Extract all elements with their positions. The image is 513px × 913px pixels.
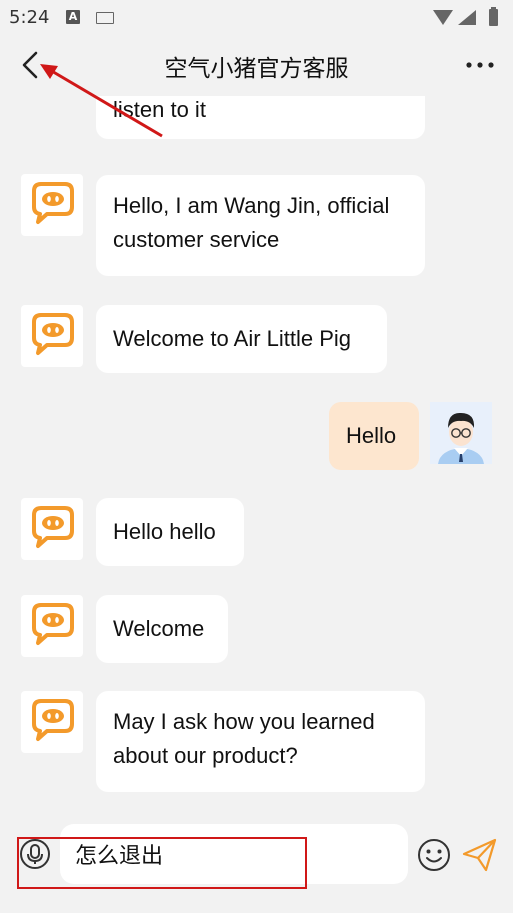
more-icon xyxy=(466,62,494,68)
message-text: Hello hello xyxy=(113,519,216,544)
more-options-button[interactable] xyxy=(463,52,497,78)
message-bubble-bot: listen to it xyxy=(96,96,425,139)
message-bubble-bot: Welcome to Air Little Pig xyxy=(96,305,387,373)
emoji-button[interactable] xyxy=(416,837,452,873)
bot-avatar[interactable] xyxy=(21,595,83,657)
bot-avatar-icon xyxy=(32,313,74,355)
chat-message-list[interactable]: listen to it Hello, I am Wang Jin, offic… xyxy=(0,96,513,808)
message-text: Hello, I am Wang Jin, official customer … xyxy=(113,193,390,252)
message-bubble-bot: Hello hello xyxy=(96,498,244,566)
message-text: Welcome xyxy=(113,616,205,641)
message-text: Hello xyxy=(346,423,397,448)
bot-avatar-icon xyxy=(32,603,74,645)
a-notification-icon: A xyxy=(66,10,80,24)
status-bar: 5:24 A xyxy=(0,0,513,34)
highlight-box xyxy=(17,837,307,889)
message-text: Welcome to Air Little Pig xyxy=(113,326,352,351)
bot-avatar[interactable] xyxy=(21,691,83,753)
chat-header: 空气小猪官方客服 xyxy=(0,34,513,96)
message-text: listen to it xyxy=(113,97,206,122)
message-bubble-bot: Hello, I am Wang Jin, official customer … xyxy=(96,175,425,276)
message-bubble-bot: May I ask how you learned about our prod… xyxy=(96,691,425,792)
send-icon xyxy=(462,838,497,872)
keyboard-icon xyxy=(96,12,114,24)
bot-avatar[interactable] xyxy=(21,174,83,236)
message-bubble-user: Hello xyxy=(329,402,419,470)
send-button[interactable] xyxy=(461,837,499,873)
user-avatar-icon xyxy=(430,402,492,464)
bot-avatar-icon xyxy=(32,506,74,548)
page-title: 空气小猪官方客服 xyxy=(164,56,349,82)
message-text: May I ask how you learned about our prod… xyxy=(113,709,375,768)
status-time: 5:24 xyxy=(9,7,50,28)
emoji-icon xyxy=(418,839,450,871)
bot-avatar[interactable] xyxy=(21,305,83,367)
message-bubble-bot: Welcome xyxy=(96,595,228,663)
user-avatar[interactable] xyxy=(430,402,492,464)
bot-avatar-icon xyxy=(32,699,74,741)
signal-battery-icons xyxy=(433,7,498,26)
bot-avatar-icon xyxy=(32,182,74,224)
bot-avatar[interactable] xyxy=(21,498,83,560)
